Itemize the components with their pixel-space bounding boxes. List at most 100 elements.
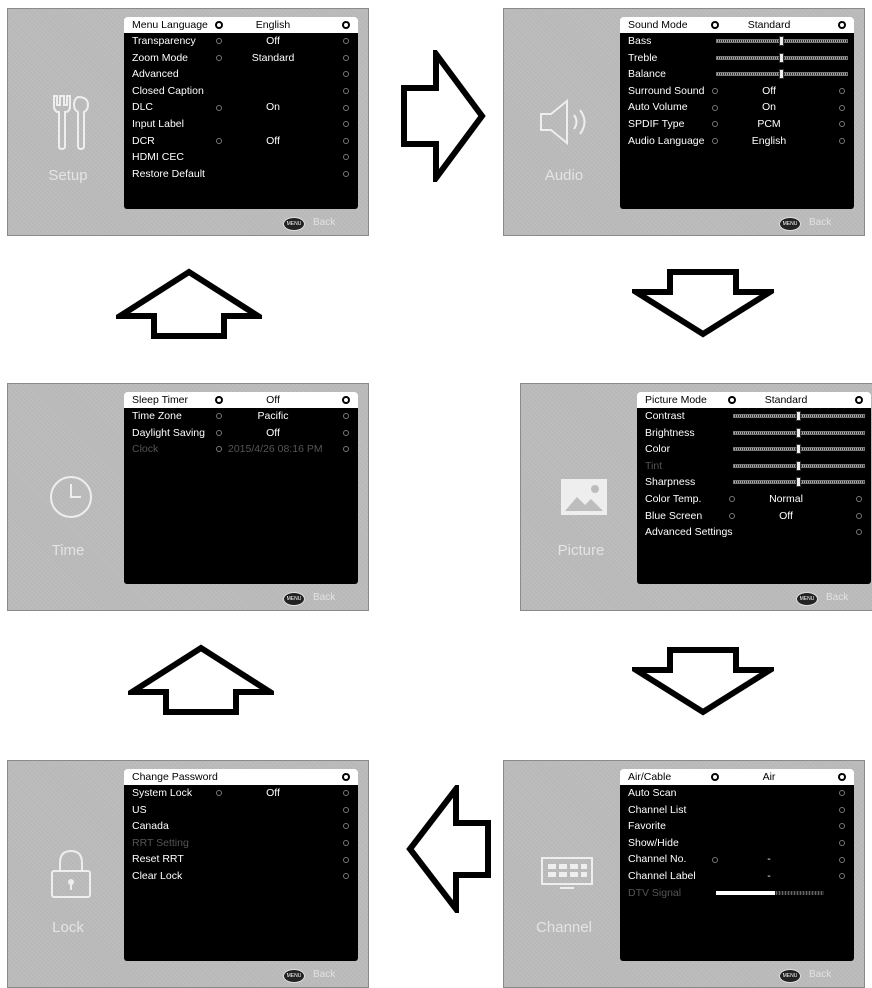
- level-slider[interactable]: [733, 427, 865, 438]
- level-slider[interactable]: [733, 444, 865, 455]
- menu-item[interactable]: DCR Off: [124, 133, 358, 150]
- slider-knob[interactable]: [779, 52, 784, 63]
- menu-button[interactable]: MENU: [779, 217, 801, 231]
- left-option-icon[interactable]: [214, 441, 223, 458]
- menu-item[interactable]: SPDIF Type PCM: [620, 116, 854, 133]
- menu-button[interactable]: MENU: [283, 969, 305, 983]
- menu-item[interactable]: US: [124, 802, 358, 819]
- left-option-icon[interactable]: [710, 83, 719, 100]
- menu-item[interactable]: Sound Mode Standard: [620, 17, 854, 33]
- menu-item[interactable]: Clock 2015/4/26 08:16 PM: [124, 441, 358, 458]
- right-option-icon[interactable]: [341, 818, 350, 835]
- level-slider[interactable]: [716, 69, 848, 80]
- slider-knob[interactable]: [796, 427, 801, 438]
- right-option-icon[interactable]: [341, 769, 350, 785]
- left-option-icon[interactable]: [710, 17, 719, 33]
- level-slider[interactable]: [733, 460, 865, 471]
- menu-item[interactable]: Tint: [637, 458, 871, 475]
- slider-knob[interactable]: [779, 36, 784, 46]
- menu-item[interactable]: RRT Setting: [124, 835, 358, 852]
- right-option-icon[interactable]: [837, 99, 846, 116]
- right-option-icon[interactable]: [341, 425, 350, 442]
- menu-button[interactable]: MENU: [779, 969, 801, 983]
- left-option-icon[interactable]: [214, 785, 223, 802]
- menu-item[interactable]: Restore Default: [124, 166, 358, 183]
- menu-item[interactable]: Channel No. -: [620, 851, 854, 868]
- right-option-icon[interactable]: [341, 33, 350, 50]
- right-option-icon[interactable]: [854, 392, 863, 408]
- right-option-icon[interactable]: [854, 508, 863, 525]
- level-slider[interactable]: [733, 477, 865, 488]
- right-option-icon[interactable]: [837, 851, 846, 868]
- menu-item[interactable]: Sleep Timer Off: [124, 392, 358, 408]
- menu-item[interactable]: Bass: [620, 33, 854, 50]
- menu-item[interactable]: DTV Signal: [620, 885, 854, 902]
- right-option-icon[interactable]: [854, 491, 863, 508]
- left-option-icon[interactable]: [214, 50, 223, 67]
- menu-item[interactable]: Auto Volume On: [620, 99, 854, 116]
- slider-knob[interactable]: [779, 69, 784, 80]
- left-option-icon[interactable]: [710, 99, 719, 116]
- menu-item[interactable]: Time Zone Pacific: [124, 408, 358, 425]
- menu-item[interactable]: Transparency Off: [124, 33, 358, 50]
- left-option-icon[interactable]: [214, 33, 223, 50]
- menu-item[interactable]: Picture Mode Standard: [637, 392, 871, 408]
- right-option-icon[interactable]: [341, 99, 350, 116]
- right-option-icon[interactable]: [341, 785, 350, 802]
- right-option-icon[interactable]: [341, 835, 350, 852]
- right-option-icon[interactable]: [837, 17, 846, 33]
- level-slider[interactable]: [716, 36, 848, 46]
- right-option-icon[interactable]: [341, 50, 350, 67]
- left-option-icon[interactable]: [710, 769, 719, 785]
- level-slider[interactable]: [733, 411, 865, 421]
- right-option-icon[interactable]: [341, 149, 350, 166]
- menu-item[interactable]: Auto Scan: [620, 785, 854, 802]
- right-option-icon[interactable]: [341, 166, 350, 183]
- menu-item[interactable]: Input Label: [124, 116, 358, 133]
- menu-item[interactable]: HDMI CEC: [124, 149, 358, 166]
- right-option-icon[interactable]: [837, 835, 846, 852]
- left-option-icon[interactable]: [710, 116, 719, 133]
- level-slider[interactable]: [716, 52, 848, 63]
- menu-item[interactable]: Zoom Mode Standard: [124, 50, 358, 67]
- menu-item[interactable]: Change Password: [124, 769, 358, 785]
- right-option-icon[interactable]: [341, 17, 350, 33]
- right-option-icon[interactable]: [837, 868, 846, 885]
- menu-item[interactable]: Sharpness: [637, 474, 871, 491]
- right-option-icon[interactable]: [341, 83, 350, 100]
- menu-item[interactable]: Air/Cable Air: [620, 769, 854, 785]
- menu-item[interactable]: Clear Lock: [124, 868, 358, 885]
- menu-item[interactable]: System Lock Off: [124, 785, 358, 802]
- menu-button[interactable]: MENU: [283, 592, 305, 606]
- slider-knob[interactable]: [796, 411, 801, 421]
- right-option-icon[interactable]: [341, 851, 350, 868]
- right-option-icon[interactable]: [341, 133, 350, 150]
- menu-item[interactable]: Contrast: [637, 408, 871, 425]
- left-option-icon[interactable]: [214, 392, 223, 408]
- menu-item[interactable]: Treble: [620, 50, 854, 67]
- right-option-icon[interactable]: [837, 769, 846, 785]
- left-option-icon[interactable]: [710, 851, 719, 868]
- left-option-icon[interactable]: [214, 99, 223, 116]
- slider-knob[interactable]: [796, 477, 801, 488]
- menu-item[interactable]: Balance: [620, 66, 854, 83]
- left-option-icon[interactable]: [727, 392, 736, 408]
- right-option-icon[interactable]: [837, 785, 846, 802]
- right-option-icon[interactable]: [341, 66, 350, 83]
- right-option-icon[interactable]: [341, 408, 350, 425]
- menu-item[interactable]: Canada: [124, 818, 358, 835]
- slider-knob[interactable]: [796, 460, 801, 471]
- menu-button[interactable]: MENU: [283, 217, 305, 231]
- menu-item[interactable]: Channel Label -: [620, 868, 854, 885]
- right-option-icon[interactable]: [837, 83, 846, 100]
- left-option-icon[interactable]: [214, 408, 223, 425]
- right-option-icon[interactable]: [837, 133, 846, 150]
- left-option-icon[interactable]: [214, 17, 223, 33]
- menu-item[interactable]: Color: [637, 441, 871, 458]
- menu-item[interactable]: Advanced Settings: [637, 524, 871, 541]
- menu-item[interactable]: Channel List: [620, 802, 854, 819]
- menu-item[interactable]: Advanced: [124, 66, 358, 83]
- menu-item[interactable]: Show/Hide: [620, 835, 854, 852]
- menu-item[interactable]: Closed Caption: [124, 83, 358, 100]
- menu-item[interactable]: Surround Sound Off: [620, 83, 854, 100]
